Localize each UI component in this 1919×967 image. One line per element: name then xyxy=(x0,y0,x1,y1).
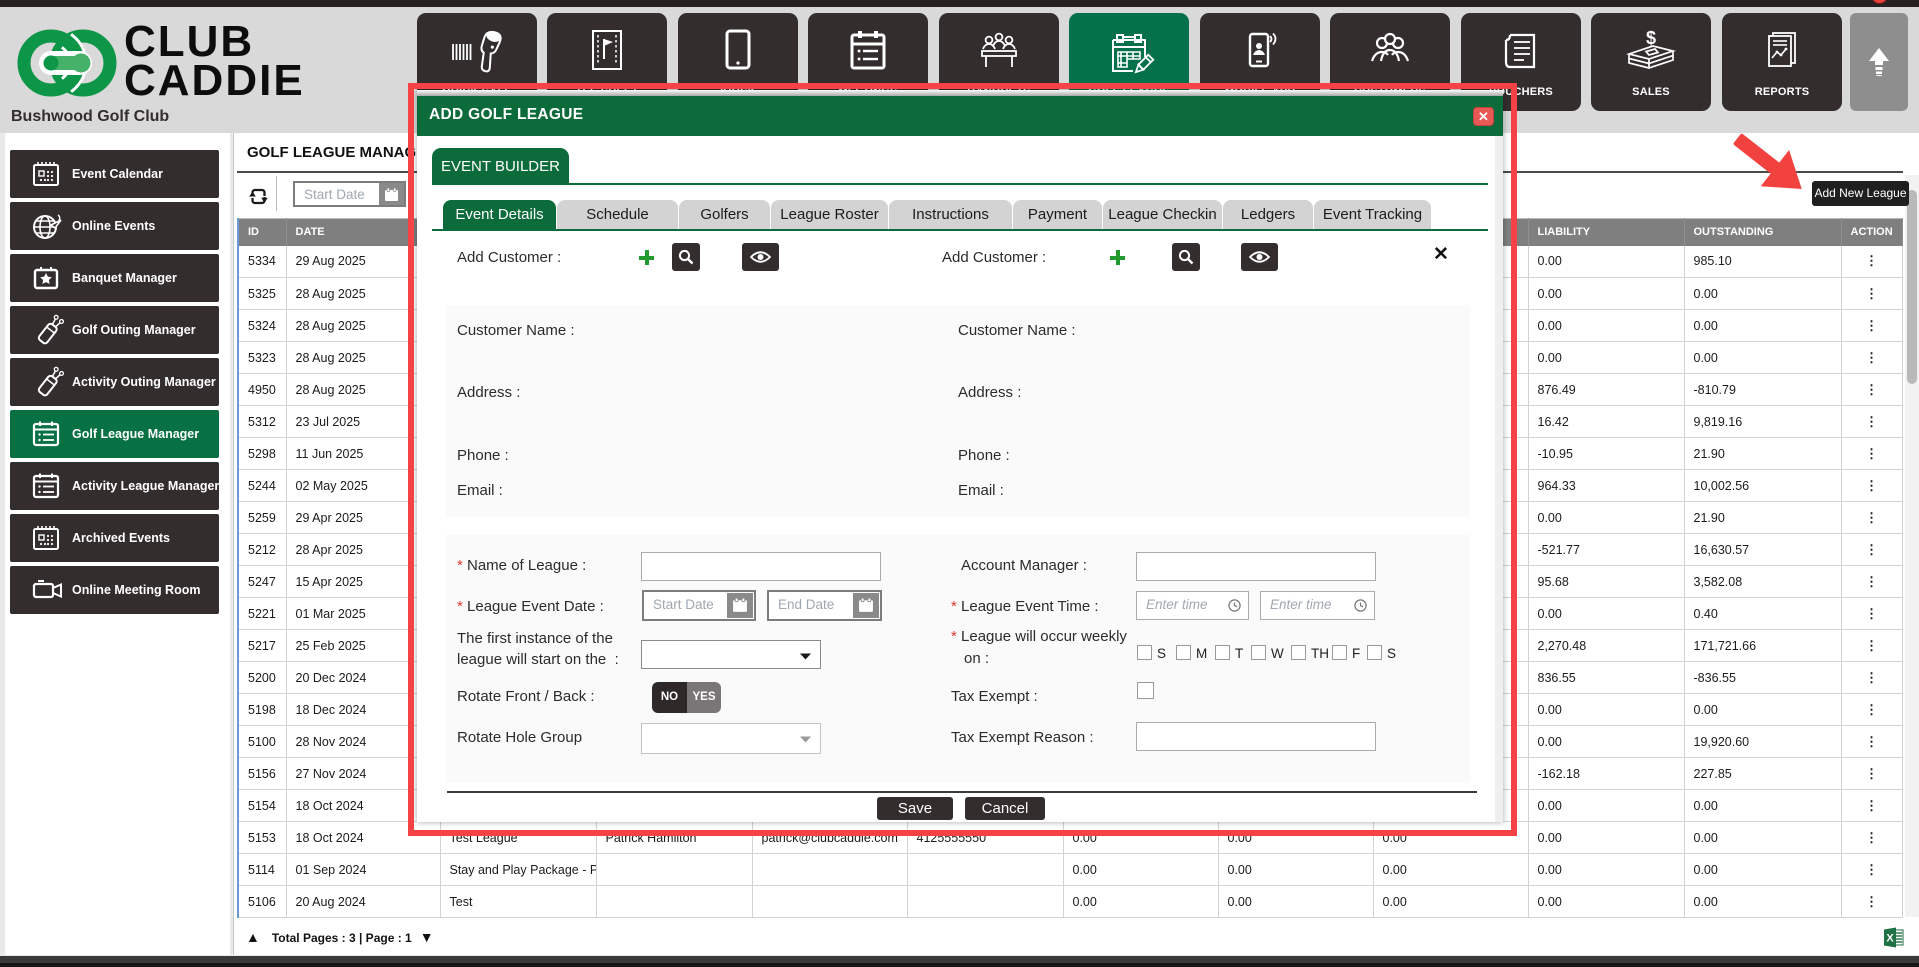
svg-text:$: $ xyxy=(1646,28,1656,48)
svg-text:X: X xyxy=(1886,933,1894,945)
